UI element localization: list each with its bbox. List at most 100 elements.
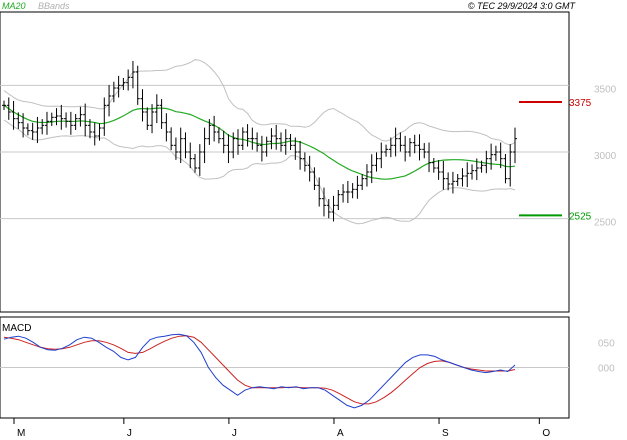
ohlc-bar [513,127,517,164]
ohlc-bar [264,136,269,157]
ohlc-bar [441,160,446,190]
ohlc-bar [173,137,178,160]
macd-axis-ticks: 050 000 [598,338,615,374]
ohlc-bar [102,97,107,136]
ohlc-bar [374,152,379,172]
level-lines: 3375 2525 [519,98,592,222]
ohlc-bar [379,142,384,169]
level-label: 3375 [569,98,592,109]
month-label: S [442,428,449,439]
ohlc-bar [503,154,508,184]
macd-line [3,333,516,409]
ohlc-bar [212,115,217,142]
macd-panel-label: MACD [2,323,31,334]
chart-stage: MA20 BBands © TEC 29/9/2024 3:0 GMT 3500… [0,0,627,440]
ohlc-bar [336,190,341,210]
ohlc-bar [121,78,126,90]
ohlc-bar [398,132,403,152]
ohlc-bar [221,130,226,154]
upper-band-line [3,59,516,146]
price-axis-ticks: 3500 3000 2500 [594,84,617,228]
ohlc-bar [216,127,221,144]
ohlc-bar [455,174,460,186]
ohlc-bar [345,180,350,204]
ohlc-bar [255,132,260,152]
month-label: M [17,428,25,439]
macd-tick-label: 000 [598,364,615,375]
x-axis: MJJASO [13,418,550,439]
ohlc-bar [278,132,283,152]
ohlc-bar [54,108,59,126]
ohlc-bar [288,134,293,150]
ohlc-bar [188,142,193,169]
ohlc-bar [197,144,202,176]
price-tick-label: 2500 [594,218,617,229]
ohlc-bar [384,144,389,157]
ohlc-bar [193,154,198,173]
ohlc-bar [407,138,412,157]
month-label: O [542,428,550,439]
ohlc-bar [145,107,150,130]
ohlc-bar [107,84,112,117]
ohlc-bar [489,143,494,170]
ohlc-bar [164,113,169,142]
ohlc-bar [403,135,408,162]
ohlc-bar [274,124,279,150]
ohlc-bar [40,119,45,135]
ohlc-bar [49,112,54,126]
ohlc-bar [202,127,207,164]
ohlc-bar [422,143,427,159]
ohlc-bar [259,135,264,162]
price-panel-frame [0,11,570,313]
ohlc-bar [446,172,451,191]
ohlc-bar [484,150,489,174]
price-tick-label: 3500 [594,84,617,95]
ohlc-bar [360,174,365,190]
bbands-legend-label: BBands [38,1,70,11]
ohlc-bar [159,99,164,129]
ohlc-bar [470,164,475,180]
ohlc-bar [436,160,441,180]
month-label: J [127,428,132,439]
ohlc-bar [68,111,73,135]
signal-line [3,335,516,405]
ohlc-bar [64,112,69,128]
ohlc-bar [183,132,188,159]
macd-lines-layer [3,333,516,409]
ohlc-bar [30,122,35,140]
ohlc-bar [412,134,417,154]
ohlc-bar [369,154,374,184]
ohlc-bar [2,100,6,110]
ohlc-bar [35,116,40,144]
ohlc-bar [83,103,88,137]
ohlc-bar [460,168,465,187]
ohlc-bar [44,111,49,135]
ohlc-bar [92,122,97,146]
ohlc-bar [250,127,255,150]
ohlc-bar [508,144,513,187]
month-label: A [337,428,344,439]
macd-tick-label: 050 [598,338,615,349]
ohlc-bar [450,171,455,194]
ohlc-bar [431,158,436,173]
chart-svg: MA20 BBands © TEC 29/9/2024 3:0 GMT 3500… [0,1,617,439]
ohlc-bar [226,134,231,164]
ohlc-bar [169,127,174,150]
ohlc-bar [417,134,422,161]
ohlc-bar [341,184,346,203]
ohlc-bar [6,97,11,120]
ohlc-bar [140,89,145,122]
ohlc-bar [355,175,360,199]
ohlc-bar [493,145,498,161]
bollinger-bands [3,59,516,225]
ohlc-bar [78,106,83,127]
ma20-legend-label: MA20 [2,1,26,11]
ohlc-bar [236,129,241,155]
copyright-label: © TEC 29/9/2024 3:0 GMT [468,1,577,11]
ohlc-bar [312,167,317,190]
ohlc-bar [427,142,432,173]
ohlc-bar [465,162,470,188]
ohlc-bar [59,104,64,130]
price-tick-label: 3000 [594,151,617,162]
ohlc-bar [73,114,78,130]
